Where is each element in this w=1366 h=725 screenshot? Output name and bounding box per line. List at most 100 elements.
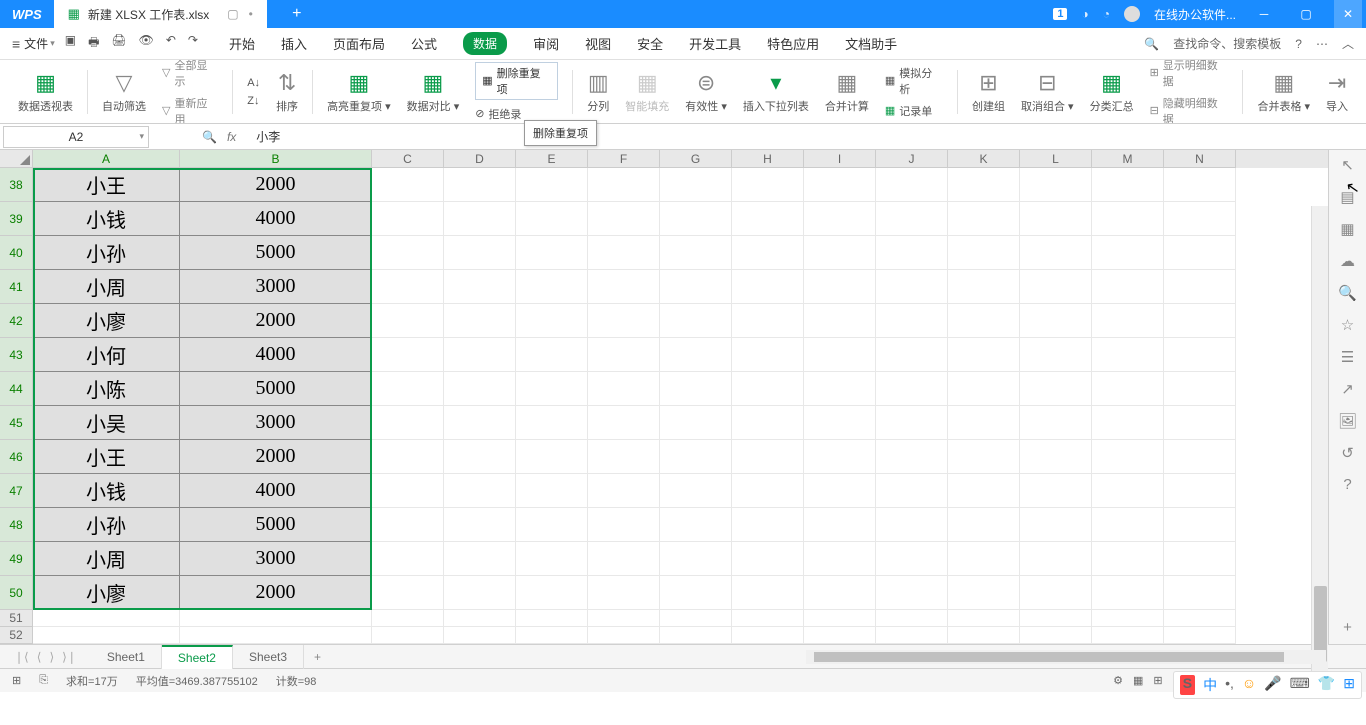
col-header-H[interactable]: H [732,150,804,168]
cell[interactable]: 3000 [180,542,372,576]
cloud-icon[interactable]: ◔ [1103,7,1110,21]
cell[interactable] [588,576,660,610]
cell[interactable] [516,338,588,372]
cell[interactable]: 小吴 [33,406,180,440]
cell[interactable] [876,202,948,236]
cell[interactable] [516,270,588,304]
cell[interactable] [588,338,660,372]
cell[interactable] [660,440,732,474]
cell[interactable] [1020,304,1092,338]
cell[interactable] [1092,270,1164,304]
subtotal-button[interactable]: ▦分类汇总 [1084,70,1140,114]
cell[interactable] [732,542,804,576]
panel-help-icon[interactable]: ? [1343,476,1351,493]
cell[interactable] [804,236,876,270]
cell[interactable] [804,440,876,474]
cell[interactable] [516,508,588,542]
cell[interactable] [804,338,876,372]
close-button[interactable]: ✕ [1334,0,1362,28]
cell[interactable] [372,236,444,270]
view-normal-icon[interactable]: ▦ [1133,674,1143,687]
cursor-icon[interactable]: ↖ [1341,156,1354,174]
cell[interactable] [444,372,516,406]
show-all-button[interactable]: ▽全部显示 [162,60,218,89]
sort-asc-button[interactable]: A↓ [247,77,260,89]
sheet-next-icon[interactable]: ⟩ [49,650,54,664]
cell[interactable] [732,610,804,627]
sheet-tab[interactable]: Sheet3 [233,645,304,669]
cell[interactable] [588,202,660,236]
qat-open-icon[interactable]: 🖶 [88,33,99,54]
cell[interactable] [1164,202,1236,236]
col-header-F[interactable]: F [588,150,660,168]
cell[interactable] [516,406,588,440]
cell[interactable] [948,406,1020,440]
collapse-ribbon-icon[interactable]: ︿ [1342,35,1354,52]
status-link-icon[interactable]: ⎘ [39,674,48,687]
cell[interactable] [948,508,1020,542]
cell[interactable] [732,474,804,508]
cell[interactable] [804,406,876,440]
cell[interactable] [372,304,444,338]
panel-add-icon[interactable]: + [1343,619,1352,636]
cell[interactable] [948,474,1020,508]
row-header[interactable]: 39 [0,202,33,236]
cell[interactable] [876,406,948,440]
cell[interactable]: 2000 [180,440,372,474]
cell[interactable] [1092,406,1164,440]
panel-history-icon[interactable]: ↺ [1341,444,1354,462]
cell[interactable] [588,508,660,542]
menu-tab-视图[interactable]: 视图 [572,28,624,60]
cell[interactable] [1092,576,1164,610]
cell[interactable] [180,627,372,644]
cell[interactable] [1092,542,1164,576]
cell[interactable] [876,542,948,576]
cell[interactable] [660,202,732,236]
cell[interactable] [516,627,588,644]
ime-skin-icon[interactable]: 👕 [1318,675,1335,695]
sheet-first-icon[interactable]: ❘⟨ [14,650,29,664]
cell[interactable]: 小王 [33,168,180,202]
cell[interactable]: 2000 [180,168,372,202]
view-page-icon[interactable]: ⊞ [1153,674,1162,687]
cell[interactable] [588,236,660,270]
cell[interactable] [588,610,660,627]
cell[interactable] [732,406,804,440]
cell[interactable] [1020,202,1092,236]
panel-star-icon[interactable]: ☆ [1341,316,1354,334]
cell[interactable] [444,304,516,338]
maximize-button[interactable]: ▢ [1292,0,1320,28]
col-header-B[interactable]: B [180,150,372,168]
cell[interactable] [1164,338,1236,372]
cell[interactable] [1092,372,1164,406]
cell[interactable] [804,372,876,406]
cell[interactable] [804,508,876,542]
cell[interactable] [660,236,732,270]
cell[interactable] [1164,440,1236,474]
cell[interactable] [588,474,660,508]
skin-icon[interactable]: ◑ [1081,7,1088,21]
sort-button[interactable]: ⇅排序 [270,70,304,114]
menu-tab-数据[interactable]: 数据 [450,28,520,60]
panel-search-icon[interactable]: 🔍 [1338,284,1357,302]
file-menu[interactable]: 文件▾ [24,35,55,52]
search-placeholder[interactable]: 查找命令、搜索模板 [1173,35,1281,52]
cell[interactable]: 小钱 [33,202,180,236]
cell[interactable] [1164,610,1236,627]
ungroup-button[interactable]: ⊟取消组合 ▾ [1015,70,1080,114]
text-to-columns-button[interactable]: ▥分列 [581,70,615,114]
cell[interactable] [948,338,1020,372]
cell[interactable] [33,627,180,644]
cell[interactable] [444,627,516,644]
cell[interactable] [732,627,804,644]
row-header[interactable]: 47 [0,474,33,508]
qat-print-icon[interactable]: 🖨 [111,33,126,54]
menu-tab-审阅[interactable]: 审阅 [520,28,572,60]
cell[interactable]: 小周 [33,270,180,304]
menu-tab-开始[interactable]: 开始 [216,28,268,60]
cell[interactable] [660,372,732,406]
cell[interactable] [948,372,1020,406]
cell[interactable] [516,440,588,474]
cell[interactable] [444,474,516,508]
cell[interactable] [1020,236,1092,270]
